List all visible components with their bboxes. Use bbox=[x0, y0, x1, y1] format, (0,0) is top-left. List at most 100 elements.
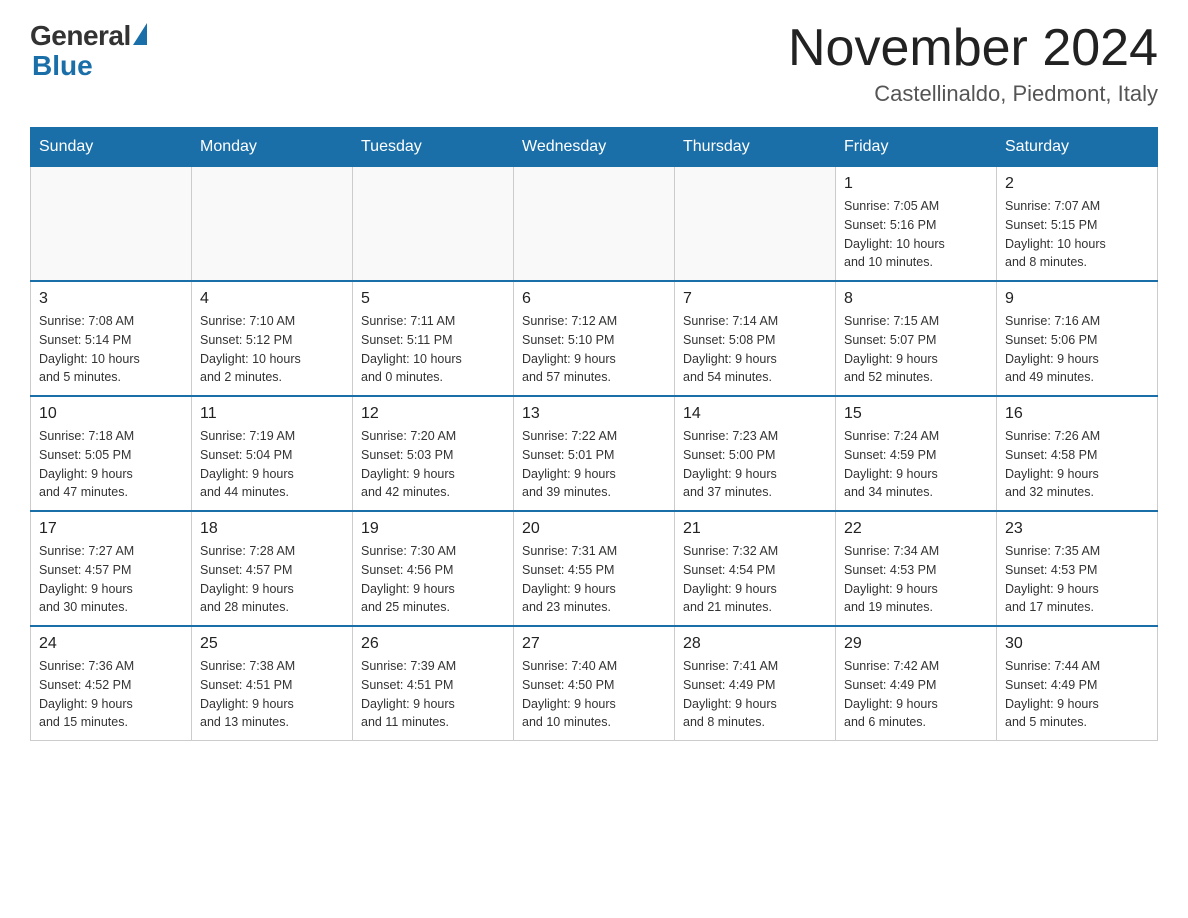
day-number: 1 bbox=[844, 175, 988, 193]
calendar-header-saturday: Saturday bbox=[997, 128, 1158, 167]
day-info: Sunrise: 7:23 AM Sunset: 5:00 PM Dayligh… bbox=[683, 427, 827, 502]
calendar-day: 10 Sunrise: 7:18 AM Sunset: 5:05 PM Dayli… bbox=[31, 396, 192, 511]
day-info: Sunrise: 7:32 AM Sunset: 4:54 PM Dayligh… bbox=[683, 542, 827, 617]
day-number: 10 bbox=[39, 405, 183, 423]
day-info: Sunrise: 7:36 AM Sunset: 4:52 PM Dayligh… bbox=[39, 657, 183, 732]
day-number: 30 bbox=[1005, 635, 1149, 653]
calendar-day: 18 Sunrise: 7:28 AM Sunset: 4:57 PM Dayli… bbox=[192, 511, 353, 626]
calendar-day bbox=[31, 167, 192, 282]
day-info: Sunrise: 7:08 AM Sunset: 5:14 PM Dayligh… bbox=[39, 312, 183, 387]
day-info: Sunrise: 7:12 AM Sunset: 5:10 PM Dayligh… bbox=[522, 312, 666, 387]
calendar-day: 13Sunrise: 7:22 AM Sunset: 5:01 PM Dayli… bbox=[514, 396, 675, 511]
calendar-day: 17 Sunrise: 7:27 AM Sunset: 4:57 PM Dayli… bbox=[31, 511, 192, 626]
calendar-header-friday: Friday bbox=[836, 128, 997, 167]
day-info: Sunrise: 7:19 AM Sunset: 5:04 PM Dayligh… bbox=[200, 427, 344, 502]
day-info: Sunrise: 7:22 AM Sunset: 5:01 PM Dayligh… bbox=[522, 427, 666, 502]
calendar-day: 15 Sunrise: 7:24 AM Sunset: 4:59 PM Dayli… bbox=[836, 396, 997, 511]
calendar-day: 1 Sunrise: 7:05 AM Sunset: 5:16 PM Daylig… bbox=[836, 167, 997, 282]
day-number: 5 bbox=[361, 290, 505, 308]
day-info: Sunrise: 7:40 AM Sunset: 4:50 PM Dayligh… bbox=[522, 657, 666, 732]
calendar-header-tuesday: Tuesday bbox=[353, 128, 514, 167]
logo-triangle-icon bbox=[133, 23, 147, 45]
logo-blue-text: Blue bbox=[32, 50, 93, 82]
day-info: Sunrise: 7:27 AM Sunset: 4:57 PM Dayligh… bbox=[39, 542, 183, 617]
day-info: Sunrise: 7:05 AM Sunset: 5:16 PM Dayligh… bbox=[844, 197, 988, 272]
calendar-header-thursday: Thursday bbox=[675, 128, 836, 167]
calendar-table: SundayMondayTuesdayWednesdayThursdayFrid… bbox=[30, 127, 1158, 741]
day-number: 28 bbox=[683, 635, 827, 653]
day-info: Sunrise: 7:15 AM Sunset: 5:07 PM Dayligh… bbox=[844, 312, 988, 387]
calendar-day: 7Sunrise: 7:14 AM Sunset: 5:08 PM Daylig… bbox=[675, 281, 836, 396]
calendar-day: 24 Sunrise: 7:36 AM Sunset: 4:52 PM Dayli… bbox=[31, 626, 192, 741]
calendar-day: 11 Sunrise: 7:19 AM Sunset: 5:04 PM Dayli… bbox=[192, 396, 353, 511]
day-number: 2 bbox=[1005, 175, 1149, 193]
day-number: 8 bbox=[844, 290, 988, 308]
day-info: Sunrise: 7:31 AM Sunset: 4:55 PM Dayligh… bbox=[522, 542, 666, 617]
calendar-day: 30 Sunrise: 7:44 AM Sunset: 4:49 PM Dayli… bbox=[997, 626, 1158, 741]
title-section: November 2024 Castellinaldo, Piedmont, I… bbox=[788, 20, 1158, 107]
calendar-day bbox=[675, 167, 836, 282]
day-info: Sunrise: 7:38 AM Sunset: 4:51 PM Dayligh… bbox=[200, 657, 344, 732]
calendar-header-monday: Monday bbox=[192, 128, 353, 167]
day-info: Sunrise: 7:20 AM Sunset: 5:03 PM Dayligh… bbox=[361, 427, 505, 502]
day-info: Sunrise: 7:41 AM Sunset: 4:49 PM Dayligh… bbox=[683, 657, 827, 732]
calendar-day: 19Sunrise: 7:30 AM Sunset: 4:56 PM Dayli… bbox=[353, 511, 514, 626]
calendar-day: 4 Sunrise: 7:10 AM Sunset: 5:12 PM Daylig… bbox=[192, 281, 353, 396]
day-number: 19 bbox=[361, 520, 505, 538]
day-info: Sunrise: 7:28 AM Sunset: 4:57 PM Dayligh… bbox=[200, 542, 344, 617]
calendar-week-2: 3 Sunrise: 7:08 AM Sunset: 5:14 PM Daylig… bbox=[31, 281, 1158, 396]
calendar-day: 22Sunrise: 7:34 AM Sunset: 4:53 PM Dayli… bbox=[836, 511, 997, 626]
page-header: General Blue November 2024 Castellinaldo… bbox=[30, 20, 1158, 107]
calendar-day: 9Sunrise: 7:16 AM Sunset: 5:06 PM Daylig… bbox=[997, 281, 1158, 396]
day-number: 6 bbox=[522, 290, 666, 308]
day-number: 23 bbox=[1005, 520, 1149, 538]
calendar-day bbox=[192, 167, 353, 282]
calendar-day: 20 Sunrise: 7:31 AM Sunset: 4:55 PM Dayli… bbox=[514, 511, 675, 626]
day-info: Sunrise: 7:24 AM Sunset: 4:59 PM Dayligh… bbox=[844, 427, 988, 502]
location-title: Castellinaldo, Piedmont, Italy bbox=[788, 81, 1158, 107]
day-number: 11 bbox=[200, 405, 344, 423]
calendar-header-row: SundayMondayTuesdayWednesdayThursdayFrid… bbox=[31, 128, 1158, 167]
day-info: Sunrise: 7:34 AM Sunset: 4:53 PM Dayligh… bbox=[844, 542, 988, 617]
calendar-day: 6 Sunrise: 7:12 AM Sunset: 5:10 PM Daylig… bbox=[514, 281, 675, 396]
day-number: 3 bbox=[39, 290, 183, 308]
calendar-day: 21 Sunrise: 7:32 AM Sunset: 4:54 PM Dayli… bbox=[675, 511, 836, 626]
day-info: Sunrise: 7:10 AM Sunset: 5:12 PM Dayligh… bbox=[200, 312, 344, 387]
calendar-week-1: 1 Sunrise: 7:05 AM Sunset: 5:16 PM Daylig… bbox=[31, 167, 1158, 282]
calendar-day: 23 Sunrise: 7:35 AM Sunset: 4:53 PM Dayli… bbox=[997, 511, 1158, 626]
calendar-day: 3 Sunrise: 7:08 AM Sunset: 5:14 PM Daylig… bbox=[31, 281, 192, 396]
day-info: Sunrise: 7:18 AM Sunset: 5:05 PM Dayligh… bbox=[39, 427, 183, 502]
calendar-day: 2 Sunrise: 7:07 AM Sunset: 5:15 PM Daylig… bbox=[997, 167, 1158, 282]
day-number: 24 bbox=[39, 635, 183, 653]
calendar-day bbox=[353, 167, 514, 282]
day-info: Sunrise: 7:11 AM Sunset: 5:11 PM Dayligh… bbox=[361, 312, 505, 387]
day-info: Sunrise: 7:44 AM Sunset: 4:49 PM Dayligh… bbox=[1005, 657, 1149, 732]
day-number: 12 bbox=[361, 405, 505, 423]
day-info: Sunrise: 7:35 AM Sunset: 4:53 PM Dayligh… bbox=[1005, 542, 1149, 617]
day-number: 17 bbox=[39, 520, 183, 538]
logo: General Blue bbox=[30, 20, 147, 82]
day-number: 14 bbox=[683, 405, 827, 423]
calendar-header-sunday: Sunday bbox=[31, 128, 192, 167]
day-info: Sunrise: 7:07 AM Sunset: 5:15 PM Dayligh… bbox=[1005, 197, 1149, 272]
calendar-week-5: 24 Sunrise: 7:36 AM Sunset: 4:52 PM Dayli… bbox=[31, 626, 1158, 741]
calendar-day: 8 Sunrise: 7:15 AM Sunset: 5:07 PM Daylig… bbox=[836, 281, 997, 396]
day-number: 20 bbox=[522, 520, 666, 538]
day-info: Sunrise: 7:39 AM Sunset: 4:51 PM Dayligh… bbox=[361, 657, 505, 732]
calendar-day: 16Sunrise: 7:26 AM Sunset: 4:58 PM Dayli… bbox=[997, 396, 1158, 511]
day-number: 26 bbox=[361, 635, 505, 653]
calendar-day bbox=[514, 167, 675, 282]
day-number: 15 bbox=[844, 405, 988, 423]
day-number: 21 bbox=[683, 520, 827, 538]
day-number: 4 bbox=[200, 290, 344, 308]
calendar-day: 29Sunrise: 7:42 AM Sunset: 4:49 PM Dayli… bbox=[836, 626, 997, 741]
calendar-day: 5 Sunrise: 7:11 AM Sunset: 5:11 PM Daylig… bbox=[353, 281, 514, 396]
day-number: 27 bbox=[522, 635, 666, 653]
calendar-day: 27 Sunrise: 7:40 AM Sunset: 4:50 PM Dayli… bbox=[514, 626, 675, 741]
day-number: 18 bbox=[200, 520, 344, 538]
month-title: November 2024 bbox=[788, 20, 1158, 77]
day-info: Sunrise: 7:14 AM Sunset: 5:08 PM Dayligh… bbox=[683, 312, 827, 387]
calendar-day: 14 Sunrise: 7:23 AM Sunset: 5:00 PM Dayli… bbox=[675, 396, 836, 511]
calendar-week-3: 10 Sunrise: 7:18 AM Sunset: 5:05 PM Dayli… bbox=[31, 396, 1158, 511]
day-number: 16 bbox=[1005, 405, 1149, 423]
